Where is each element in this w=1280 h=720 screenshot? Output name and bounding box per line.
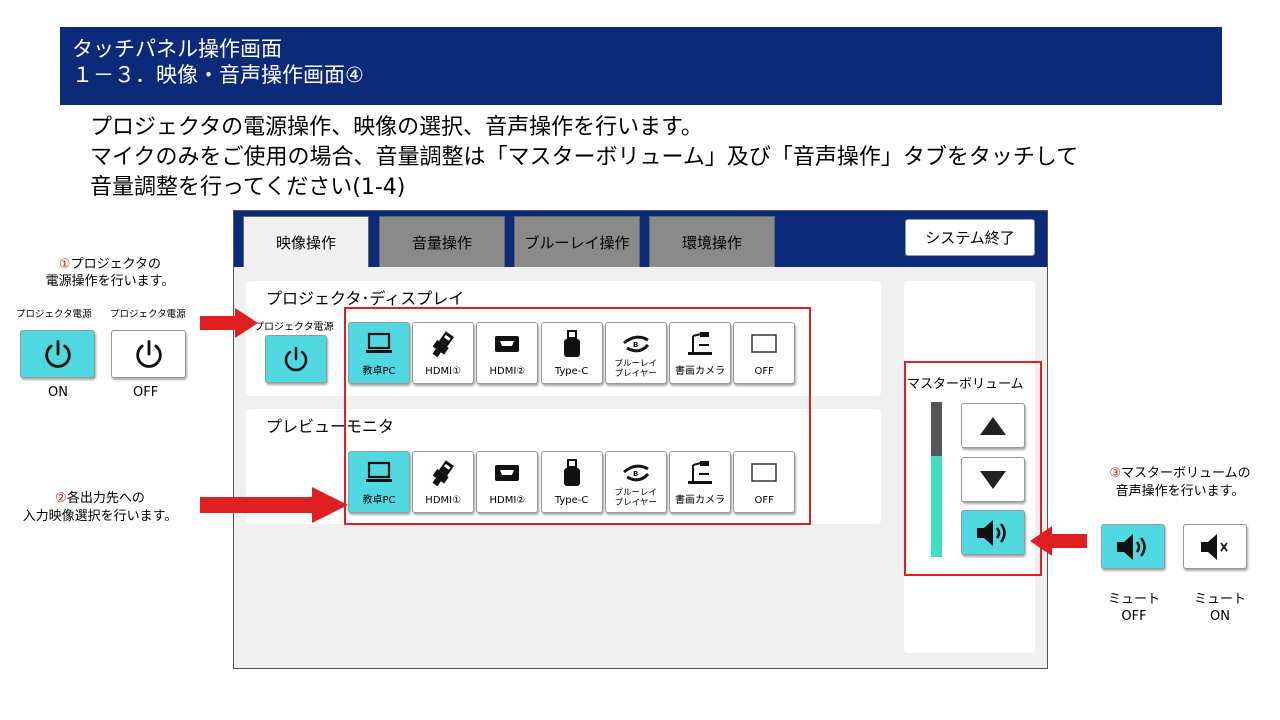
annotation-1-number: ① [58,257,71,272]
arrow-left-icon [1030,526,1087,556]
volume-down-button[interactable] [961,457,1025,502]
annotation-2-line2: 入力映像選択を行います。 [22,509,178,524]
example-power-off-button [111,330,186,378]
mute-on-caption-line2: ON [1210,609,1230,624]
volume-up-button[interactable] [961,403,1025,448]
tab-volume[interactable]: 音量操作 [379,216,505,268]
annotation-2-number: ② [55,491,67,506]
mute-on-caption-line1: ミュート [1193,592,1246,607]
annotation-2-line1: 各出力先への [66,491,145,506]
power-off-label: OFF [133,385,159,400]
system-end-button[interactable]: システム終了 [905,219,1035,256]
arrow-right-icon [200,487,348,523]
description-line-2: マイクのみをご使用の場合、音量調整は「マスターボリューム」及び「音声操作」タブを… [90,145,1079,170]
description-line-3: 音量調整を行ってください(1-4) [90,175,406,200]
volume-meter [931,402,942,557]
power-icon [44,340,71,368]
speaker-sound-icon [977,519,1006,546]
tab-environment[interactable]: 環境操作 [649,216,775,268]
example-mute-off-button [1101,524,1165,569]
annotation-3-number: ③ [1109,466,1122,481]
power-icon [135,340,162,368]
volume-meter-fill [931,456,942,557]
mute-off-caption-line2: OFF [1121,609,1147,624]
annotation-3-line1: マスターボリュームの [1121,466,1251,481]
mute-toggle-button[interactable] [961,510,1025,555]
projector-section-title: プロジェクタ･ディスプレイ [266,289,465,308]
annotation-1-line2: 電源操作を行います。 [45,274,175,289]
speaker-sound-icon [1117,533,1146,560]
banner-subtitle: １－３．映像・音声操作画面④ [72,63,364,87]
triangle-down-icon [980,470,1006,489]
tab-bar: 映像操作 音量操作 ブルーレイ操作 環境操作 システム終了 [234,211,1047,268]
annotation-2-text: ②各出力先への 入力映像選択を行います。 [0,490,200,526]
tab-bluray[interactable]: ブルーレイ操作 [514,216,640,268]
arrow-right-icon [200,308,258,338]
example-mute-on-button [1183,524,1247,569]
mute-on-caption: ミュート ON [1190,591,1250,625]
speaker-muted-icon [1201,533,1228,560]
mute-off-caption: ミュート OFF [1104,591,1164,625]
power-off-caption: プロジェクタ電源 [110,309,186,320]
tab-video[interactable]: 映像操作 [243,216,369,268]
projector-power-button[interactable] [265,335,327,383]
triangle-up-icon [980,416,1006,435]
source-highlight-box [344,307,811,525]
annotation-3-text: ③マスターボリュームの 音声操作を行います。 [1080,465,1280,501]
title-banner: タッチパネル操作画面 １－３．映像・音声操作画面④ [60,27,1222,105]
power-on-caption: プロジェクタ電源 [16,309,92,320]
annotation-3-line2: 音声操作を行います。 [1115,484,1245,499]
projector-power-caption: プロジェクタ電源 [254,322,334,333]
example-power-on-button [20,330,95,378]
annotation-1-line1: プロジェクタの [70,257,162,272]
description-line-1: プロジェクタの電源操作、映像の選択、音声操作を行います。 [90,115,703,140]
annotation-1-text: ①プロジェクタの 電源操作を行います。 [20,256,200,290]
power-icon [284,346,308,372]
mute-off-caption-line1: ミュート [1107,592,1160,607]
master-volume-title: マスターボリューム [907,377,1024,392]
banner-title: タッチパネル操作画面 [72,37,282,61]
power-on-label: ON [48,385,68,400]
